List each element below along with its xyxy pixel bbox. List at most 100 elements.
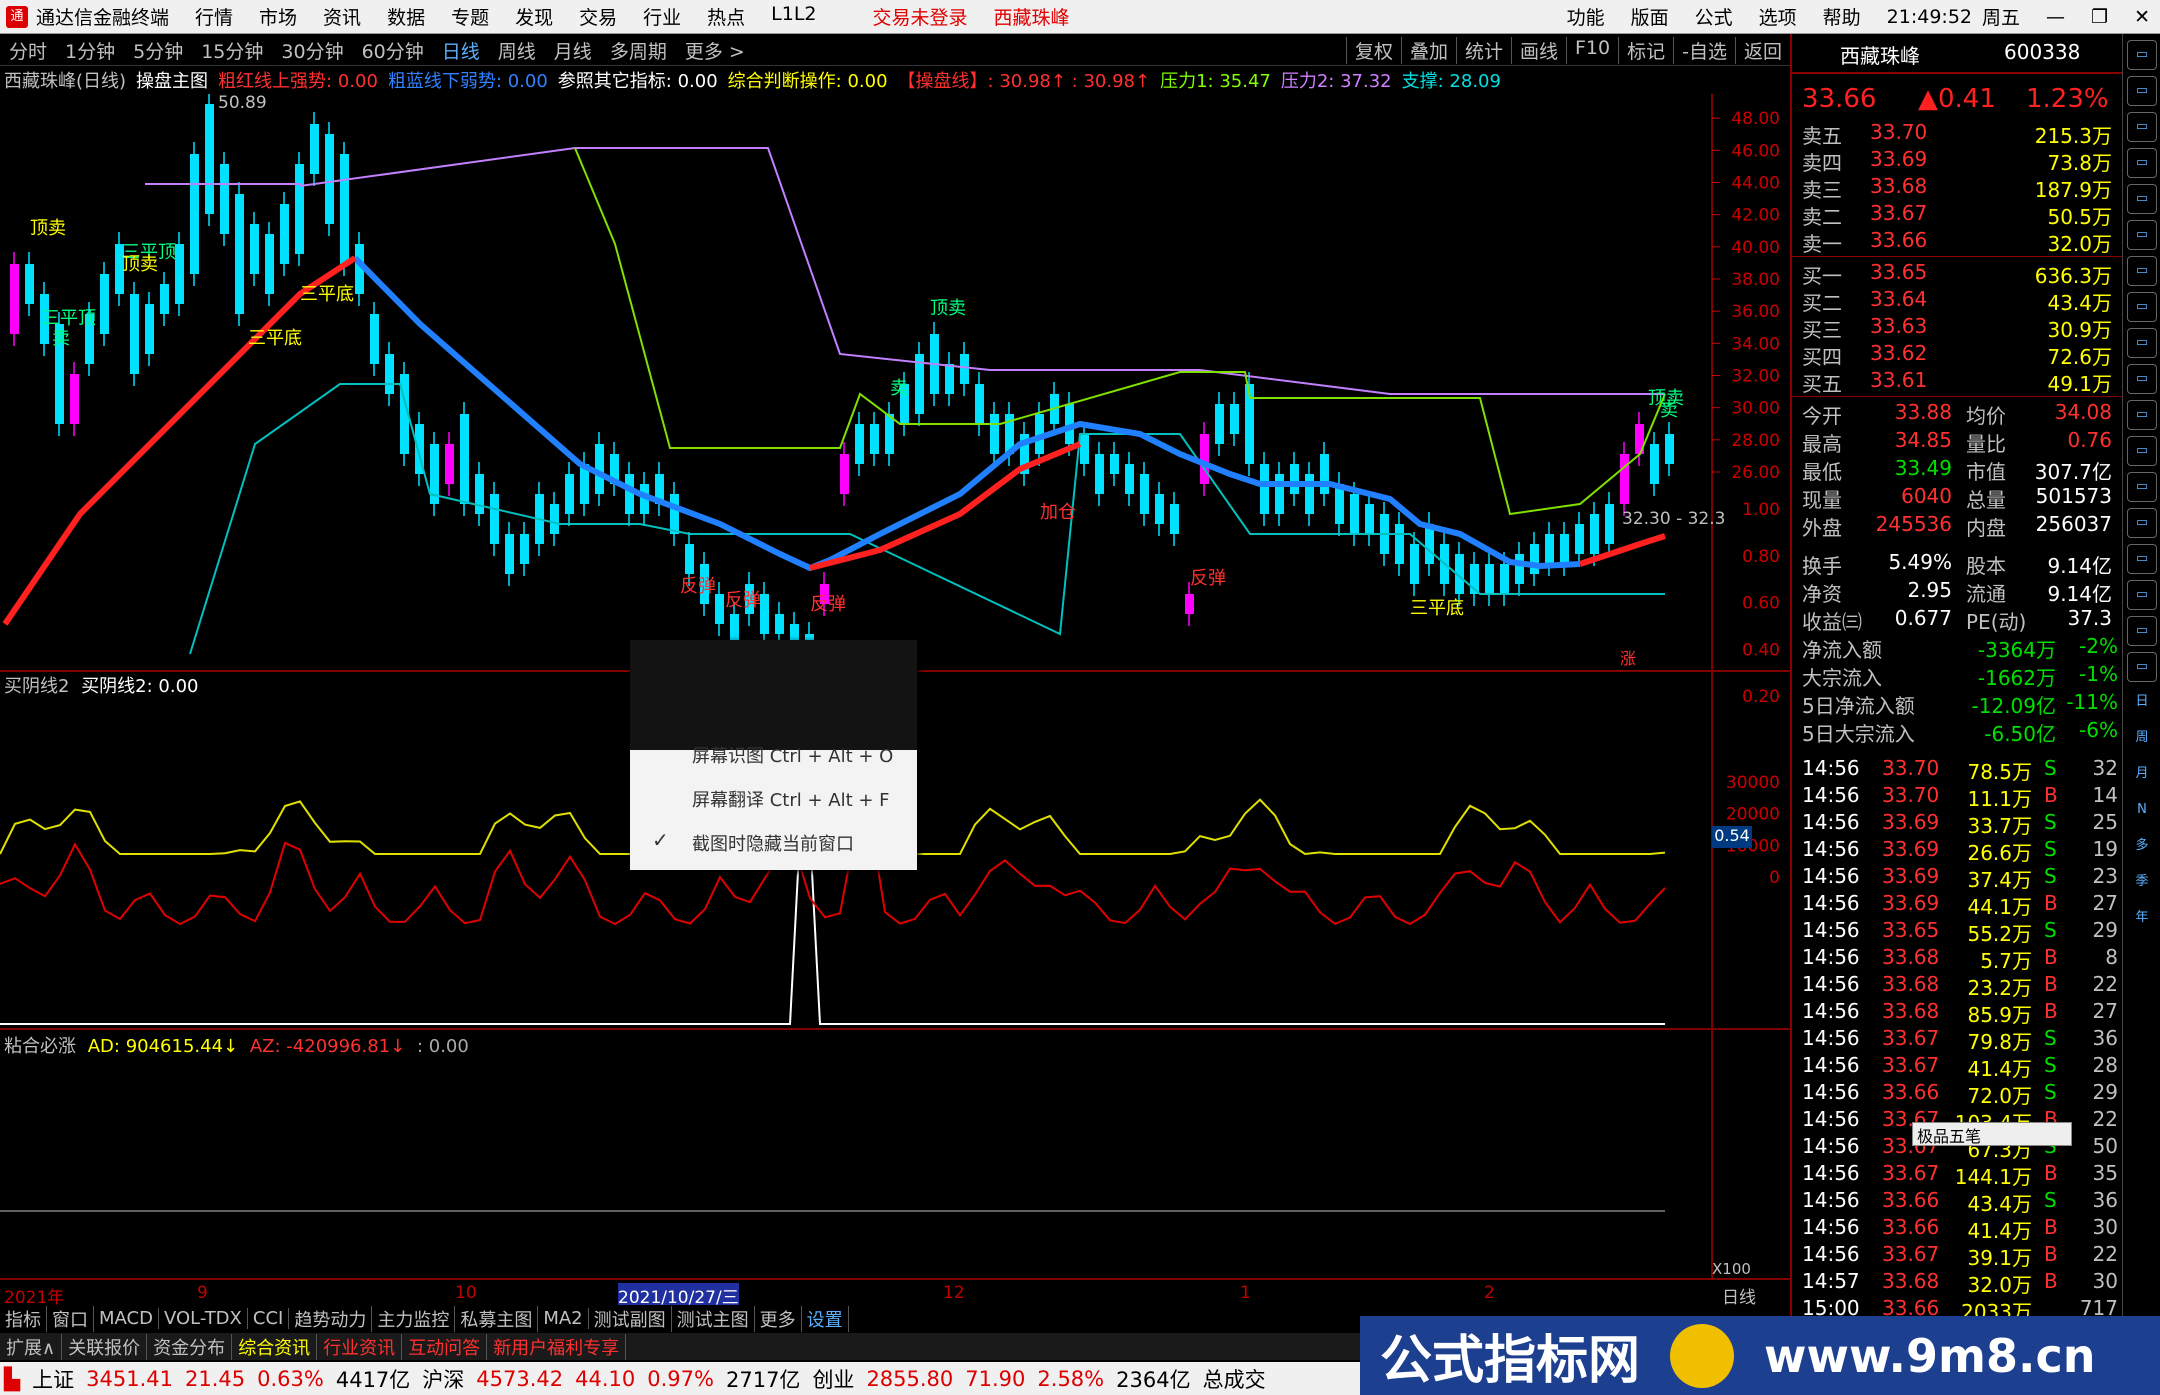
side-period-tab[interactable]: 多 <box>2127 832 2157 862</box>
menu-item-screen-translate[interactable]: 屏幕翻译 Ctrl + Alt + F <box>692 786 890 812</box>
side-tool-icon[interactable]: ▭ <box>2127 220 2157 250</box>
toolbar-button-3[interactable]: 画线 <box>1510 37 1566 64</box>
info-tab-5[interactable]: 互动问答 <box>402 1333 488 1360</box>
login-status[interactable]: 交易未登录 <box>873 3 968 30</box>
indicator-tab-3[interactable]: VOL-TDX <box>159 1308 248 1329</box>
side-tool-icon[interactable]: ▭ <box>2127 436 2157 466</box>
side-tool-icon[interactable]: ▭ <box>2127 400 2157 430</box>
restore-icon[interactable]: ❐ <box>2091 6 2108 28</box>
sub2-title[interactable]: 粘合必涨 <box>4 1036 76 1057</box>
side-tool-icon[interactable]: ▭ <box>2127 148 2157 178</box>
period-tab-10[interactable]: 更多 > <box>676 37 754 64</box>
indicator-tab-7[interactable]: 私募主图 <box>455 1305 539 1332</box>
menu-item-6[interactable]: 交易 <box>579 3 617 30</box>
sz-label[interactable]: 沪深 <box>422 1364 464 1394</box>
menu-item-4[interactable]: 专题 <box>451 3 489 30</box>
toolbar-button-1[interactable]: 叠加 <box>1400 37 1456 64</box>
indicator-tab-12[interactable]: 设置 <box>802 1305 849 1332</box>
menu-right-item-3[interactable]: 选项 <box>1759 3 1797 30</box>
side-tool-icon[interactable]: ▭ <box>2127 580 2157 610</box>
side-period-tab[interactable]: 季 <box>2127 868 2157 898</box>
menu-item-7[interactable]: 行业 <box>643 3 681 30</box>
toolbar-button-0[interactable]: 复权 <box>1345 37 1401 64</box>
side-tool-icon[interactable]: ▭ <box>2127 328 2157 358</box>
period-tab-3[interactable]: 15分钟 <box>192 37 272 64</box>
side-tool-icon[interactable]: ▭ <box>2127 112 2157 142</box>
indicator-tab-2[interactable]: MACD <box>94 1308 159 1329</box>
menu-right-item-4[interactable]: 帮助 <box>1823 3 1861 30</box>
info-tab-4[interactable]: 行业资讯 <box>317 1333 403 1360</box>
side-tool-icon[interactable]: ▭ <box>2127 292 2157 322</box>
menu-item-1[interactable]: 市场 <box>259 3 297 30</box>
period-tab-9[interactable]: 多周期 <box>601 37 676 64</box>
indicator-tab-0[interactable]: 指标 <box>0 1305 47 1332</box>
menu-item-3[interactable]: 数据 <box>387 3 425 30</box>
period-tab-5[interactable]: 60分钟 <box>353 37 433 64</box>
toolbar-button-7[interactable]: 返回 <box>1734 37 1790 64</box>
flow-row: 5日大宗流入 -6.50亿 -6% <box>1796 718 2118 746</box>
side-tool-icon[interactable]: ▭ <box>2127 40 2157 70</box>
checkmark-icon: ✓ <box>652 828 669 852</box>
quote-cell: -1% <box>2079 662 2118 686</box>
side-tool-icon[interactable]: ▭ <box>2127 256 2157 286</box>
menu-item-hide-window[interactable]: 截图时隐藏当前窗口 <box>692 830 854 856</box>
toolbar-button-6[interactable]: -自选 <box>1673 37 1735 64</box>
indicator-tab-9[interactable]: 测试副图 <box>589 1305 672 1332</box>
indicator-tab-5[interactable]: 趋势动力 <box>289 1305 373 1332</box>
side-tool-icon[interactable]: ▭ <box>2127 364 2157 394</box>
menu-right-item-1[interactable]: 版面 <box>1631 3 1669 30</box>
info-tab-0[interactable]: 扩展∧ <box>0 1333 63 1360</box>
side-period-tab[interactable]: N <box>2127 796 2157 826</box>
info-tab-1[interactable]: 关联报价 <box>62 1333 148 1360</box>
indicator-tab-6[interactable]: 主力监控 <box>372 1305 456 1332</box>
period-tab-4[interactable]: 30分钟 <box>272 37 352 64</box>
clock: 21:49:52 <box>1886 5 1973 28</box>
candle-body <box>1110 454 1119 474</box>
menu-right-item-2[interactable]: 公式 <box>1695 3 1733 30</box>
minimize-icon[interactable]: — <box>2046 6 2065 28</box>
side-period-tab[interactable]: 年 <box>2127 904 2157 934</box>
sh-label[interactable]: 上证 <box>32 1364 74 1394</box>
indicator-tab-4[interactable]: CCI <box>248 1308 290 1329</box>
period-tab-2[interactable]: 5分钟 <box>124 37 192 64</box>
side-tool-icon[interactable]: ▭ <box>2127 616 2157 646</box>
side-period-tab[interactable]: 周 <box>2127 724 2157 754</box>
info-tab-6[interactable]: 新用户福利专享 <box>487 1333 627 1360</box>
indicator-tab-8[interactable]: MA2 <box>538 1308 589 1329</box>
close-icon[interactable]: ✕ <box>2134 6 2150 28</box>
menu-item-9[interactable]: L1L2 <box>771 3 816 30</box>
period-tab-0[interactable]: 分时 <box>0 37 56 64</box>
menu-item-2[interactable]: 资讯 <box>323 3 361 30</box>
sub1-title[interactable]: 买阴线2 <box>4 676 69 697</box>
side-tool-icon[interactable]: ▭ <box>2127 508 2157 538</box>
period-tab-1[interactable]: 1分钟 <box>56 37 124 64</box>
menu-item-screen-ocr[interactable]: 屏幕识图 Ctrl + Alt + O <box>692 742 893 768</box>
side-tool-icon[interactable]: ▭ <box>2127 652 2157 682</box>
menu-item-0[interactable]: 行情 <box>195 3 233 30</box>
indicator-tab-10[interactable]: 测试主图 <box>672 1305 755 1332</box>
high-label: 50.89 <box>218 94 267 113</box>
side-period-tab[interactable]: 日 <box>2127 688 2157 718</box>
side-tool-icon[interactable]: ▭ <box>2127 472 2157 502</box>
side-period-tab[interactable]: 月 <box>2127 760 2157 790</box>
side-tool-icon[interactable]: ▭ <box>2127 76 2157 106</box>
menu-right-item-0[interactable]: 功能 <box>1567 3 1605 30</box>
toolbar-button-4[interactable]: F10 <box>1566 37 1618 64</box>
side-tool-icon[interactable]: ▭ <box>2127 184 2157 214</box>
period-tab-7[interactable]: 周线 <box>489 37 545 64</box>
period-tab-6[interactable]: 日线 <box>433 37 489 64</box>
toolbar-button-5[interactable]: 标记 <box>1618 37 1673 64</box>
indicator-name[interactable]: 操盘主图 <box>136 67 208 93</box>
toolbar-button-2[interactable]: 统计 <box>1455 37 1511 64</box>
cy-label[interactable]: 创业 <box>812 1364 854 1394</box>
info-tab-3[interactable]: 综合资讯 <box>232 1333 318 1360</box>
side-tool-icon[interactable]: ▭ <box>2127 544 2157 574</box>
menu-item-5[interactable]: 发现 <box>515 3 553 30</box>
info-tab-2[interactable]: 资金分布 <box>147 1333 233 1360</box>
indicator-tab-1[interactable]: 窗口 <box>47 1305 94 1332</box>
ime-floating-bar[interactable]: 极品五笔 <box>1912 1122 2072 1146</box>
indicator-tab-11[interactable]: 更多 <box>755 1305 802 1332</box>
quote-cell: 33.66 <box>1882 1188 1940 1212</box>
menu-item-8[interactable]: 热点 <box>707 3 745 30</box>
period-tab-8[interactable]: 月线 <box>545 37 601 64</box>
